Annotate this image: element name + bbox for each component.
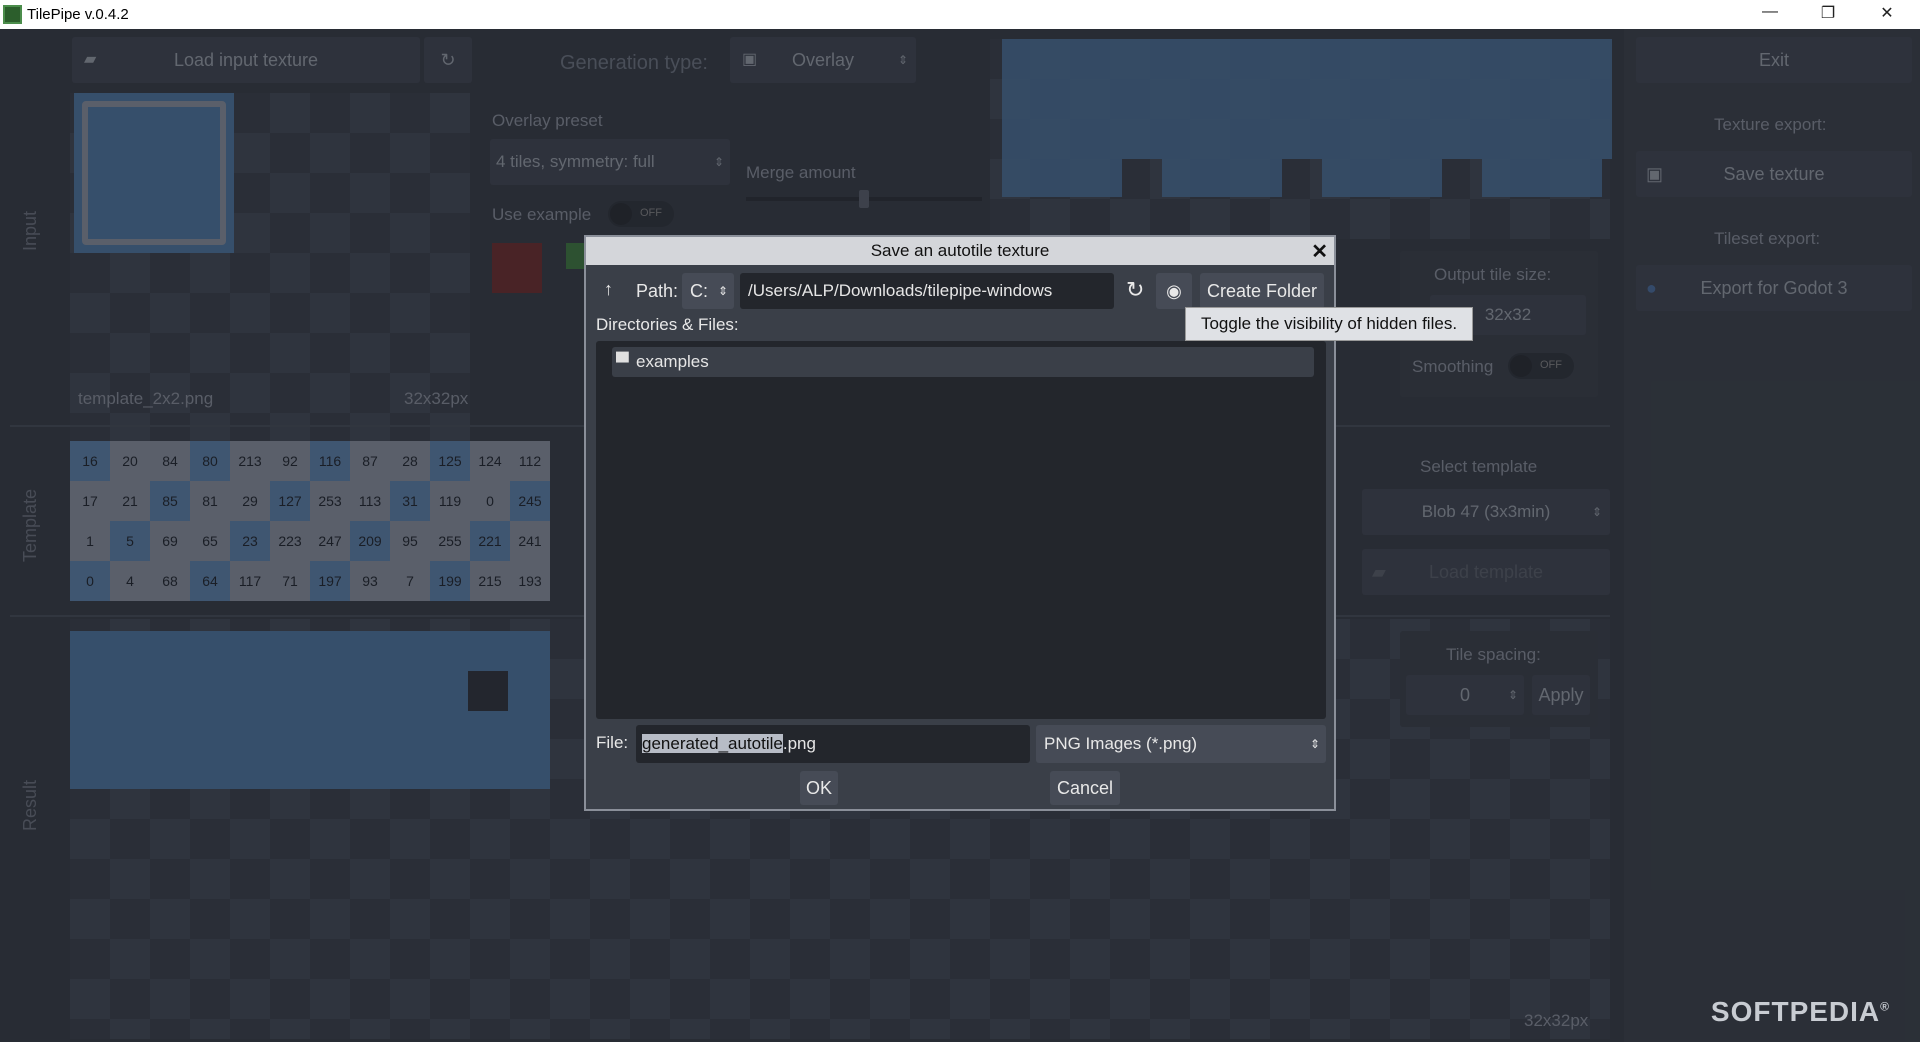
up-arrow-icon[interactable]: ↑ <box>604 279 613 300</box>
app-icon <box>3 5 22 24</box>
select-arrows-icon: ⇕ <box>1309 737 1320 751</box>
title-bar: TilePipe v.0.4.2 — ❐ ✕ <box>0 0 1920 29</box>
file-name-selection: generated_autotile <box>642 734 783 753</box>
create-folder-label: Create Folder <box>1206 281 1318 301</box>
refresh-icon[interactable]: ↻ <box>1126 277 1144 303</box>
list-item-label: examples <box>636 352 709 371</box>
watermark-mark: ® <box>1880 999 1890 1014</box>
window-title: TilePipe v.0.4.2 <box>27 6 129 23</box>
file-extension: .png <box>782 734 816 753</box>
ok-label: OK <box>805 778 832 798</box>
dialog-title: Save an autotile texture <box>586 237 1334 265</box>
dirs-files-label: Directories & Files: <box>596 315 739 334</box>
folder-icon: ▀ <box>616 352 629 372</box>
file-label: File: <box>596 733 629 752</box>
cancel-button[interactable]: Cancel <box>1050 771 1120 805</box>
restore-icon[interactable]: ❐ <box>1808 3 1848 25</box>
path-label: Path: <box>636 281 679 301</box>
close-dialog-icon[interactable]: ✕ <box>1311 239 1328 264</box>
select-arrows-icon: ⇕ <box>717 284 728 298</box>
drive-value: C: <box>690 281 708 301</box>
file-list[interactable]: ▀ examples <box>596 341 1326 719</box>
eye-icon: ◉ <box>1166 281 1182 301</box>
create-folder-button[interactable]: Create Folder <box>1200 273 1324 309</box>
file-filter-value: PNG Images (*.png) <box>1044 734 1198 753</box>
toggle-hidden-button[interactable]: ◉ <box>1156 273 1192 309</box>
drive-select[interactable]: C: ⇕ <box>682 273 734 309</box>
minimize-icon[interactable]: — <box>1750 3 1790 25</box>
cancel-label: Cancel <box>1056 778 1114 798</box>
ok-button[interactable]: OK <box>800 771 838 805</box>
app-root: TilePipe v.0.4.2 — ❐ ✕ Input Template Re… <box>0 0 1920 1042</box>
list-item[interactable]: ▀ examples <box>612 347 1314 377</box>
hidden-files-tooltip: Toggle the visibility of hidden files. <box>1185 307 1473 341</box>
softpedia-watermark: SOFTPEDIA® <box>1711 996 1890 1028</box>
close-window-icon[interactable]: ✕ <box>1867 3 1907 25</box>
file-name-input[interactable]: generated_autotile.png <box>636 725 1030 763</box>
watermark-text: SOFTPEDIA <box>1710 996 1881 1027</box>
path-value: /Users/ALP/Downloads/tilepipe-windows <box>748 281 1053 300</box>
path-input[interactable]: /Users/ALP/Downloads/tilepipe-windows <box>740 273 1114 309</box>
file-filter-select[interactable]: PNG Images (*.png) ⇕ <box>1036 725 1326 763</box>
